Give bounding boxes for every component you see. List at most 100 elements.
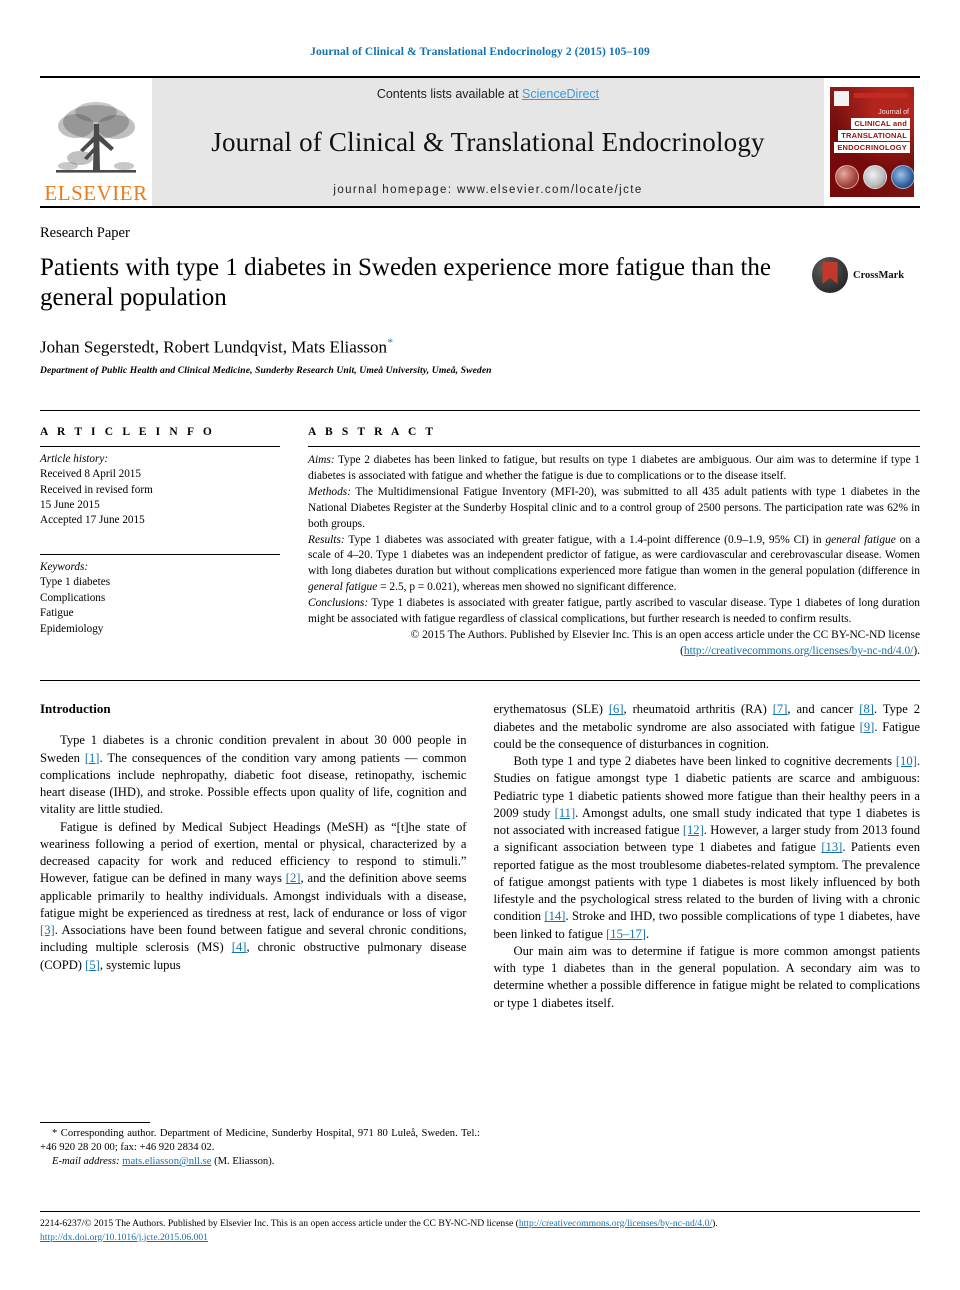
section-heading-introduction: Introduction [40,701,111,717]
article-header: Research Paper Patients with type 1 diab… [40,225,920,376]
footnote-text: * Corresponding author. Department of Me… [40,1127,480,1169]
journal-title: Journal of Clinical & Translational Endo… [211,127,765,157]
text-run: erythematosus (SLE) [493,702,609,717]
author-names: Johan Segerstedt, Robert Lundqvist, Mats… [40,337,388,357]
journal-homepage[interactable]: journal homepage: www.elsevier.com/locat… [333,184,642,196]
email-link[interactable]: mats.eliasson@nll.se [122,1156,211,1167]
keyword-item: Epidemiology [40,622,104,635]
copyright-tail: ). [913,645,920,658]
cover-title-line3: ENDOCRINOLOGY [834,142,910,153]
issn-license-line: 2214-6237/© 2015 The Authors. Published … [40,1217,920,1231]
doi-link[interactable]: http://dx.doi.org/10.1016/j.jcte.2015.06… [40,1232,208,1243]
citation-ref-2[interactable]: [2] [286,871,301,885]
issn-tail: ). [712,1218,718,1229]
bottom-cc-license-link[interactable]: http://creativecommons.org/licenses/by-n… [519,1218,712,1229]
doi-line: http://dx.doi.org/10.1016/j.jcte.2015.06… [40,1231,920,1245]
contents-prefix: Contents lists available at [376,87,523,101]
abstract-results-part3: = 2.5, p = 0.021), whereas men showed no… [377,581,677,594]
abstract-aims-text: Type 2 diabetes has been linked to fatig… [308,453,920,482]
email-note: E-mail address: mats.eliasson@nll.se (M.… [40,1155,480,1169]
cover-micrograph-1 [835,165,859,189]
citation-ref-4[interactable]: [4] [232,940,247,954]
keyword-item: Fatigue [40,607,74,620]
abstract-aims-label: Aims: [308,453,335,466]
abstract-conclusions-label: Conclusions: [308,597,369,610]
abstract-aims: Aims: Type 2 diabetes has been linked to… [308,453,920,485]
citation-ref-11[interactable]: [11] [555,806,576,820]
running-head: Journal of Clinical & Translational Endo… [310,46,650,58]
paragraph: Type 1 diabetes is a chronic condition p… [40,732,467,818]
history-item: Received 8 April 2015 [40,468,141,481]
crossmark-badge[interactable]: CrossMark [812,257,920,293]
citation-ref-1[interactable]: [1] [85,751,100,765]
keyword-item: Complications [40,591,106,604]
citation-ref-7[interactable]: [7] [773,702,788,716]
history-item: 15 June 2015 [40,499,100,512]
abstract-results-part1: Type 1 diabetes was associated with grea… [344,533,826,546]
author-list: Johan Segerstedt, Robert Lundqvist, Mats… [40,335,920,358]
abstract-heading: A B S T R A C T [308,425,437,438]
history-item: Accepted 17 June 2015 [40,514,145,527]
text-run: . [645,926,650,941]
cover-title-line1: CLINICAL and [851,118,910,129]
email-tail: (M. Eliasson). [211,1156,275,1168]
citation-ref-3[interactable]: [3] [40,923,55,937]
abstract-conclusions-text: Type 1 diabetes is associated with great… [308,597,920,626]
abstract-body: Aims: Type 2 diabetes has been linked to… [308,447,920,661]
sciencedirect-link[interactable]: ScienceDirect [522,87,599,101]
paragraph: erythematosus (SLE) [6], rheumatoid arth… [494,701,921,753]
journal-masthead: ELSEVIER Contents lists available at Sci… [40,76,920,208]
cover-title-line2: TRANSLATIONAL [838,130,910,141]
cover-journal-of-label: Journal of [878,109,909,116]
email-label: E-mail address: [52,1156,120,1168]
cc-license-link[interactable]: http://creativecommons.org/licenses/by-n… [684,645,913,657]
keyword-item: Type 1 diabetes [40,576,111,589]
citation-ref-5[interactable]: [5] [85,958,100,972]
citation-ref-8[interactable]: [8] [859,702,874,716]
article-info-heading: A R T I C L E I N F O [40,425,215,438]
citation-ref-9[interactable]: [9] [860,720,875,734]
issn-text: 2214-6237/© 2015 The Authors. Published … [40,1218,519,1229]
abstract-results: Results: Type 1 diabetes was associated … [308,533,920,597]
paragraph: Fatigue is defined by Medical Subject He… [40,819,467,974]
keywords-block: Keywords: Type 1 diabetes Complications … [40,553,280,637]
abstract-methods-label: Methods: [308,485,352,498]
elsevier-wordmark: ELSEVIER [44,181,148,205]
affiliation: Department of Public Health and Clinical… [40,364,492,376]
contents-available-line: Contents lists available at ScienceDirec… [377,87,599,101]
cover-micrographs [835,165,914,189]
keywords-label: Keywords: [40,560,89,573]
abstract-results-em2: general fatigue [308,581,378,594]
abstract-methods-text: The Multidimensional Fatigue Inventory (… [308,485,920,530]
body-column-left: Introduction Type 1 diabetes is a chroni… [40,701,467,1012]
cover-micrograph-2 [863,165,887,189]
paragraph: Both type 1 and type 2 diabetes have bee… [494,753,921,943]
masthead-center: Contents lists available at ScienceDirec… [152,78,824,206]
abstract-copyright: © 2015 The Authors. Published by Elsevie… [308,628,920,660]
footnote-rule [40,1122,150,1123]
text-run: , rheumatoid arthritis (RA) [623,702,773,717]
text-run: Both type 1 and type 2 diabetes have bee… [513,754,896,768]
article-info-column: A R T I C L E I N F O Article history: R… [40,426,280,661]
corresponding-author-note: * Corresponding author. Department of Me… [40,1128,480,1154]
info-abstract-section: A R T I C L E I N F O Article history: R… [40,409,920,661]
abstract-methods: Methods: The Multidimensional Fatigue In… [308,485,920,533]
article-body: Introduction Type 1 diabetes is a chroni… [40,680,920,1012]
footnote-block: * Corresponding author. Department of Me… [40,1122,480,1169]
citation-ref-12[interactable]: [12] [683,823,704,837]
body-column-right: erythematosus (SLE) [6], rheumatoid arth… [494,701,921,1012]
introduction-text-left: Type 1 diabetes is a chronic condition p… [40,732,467,974]
citation-ref-13[interactable]: [13] [821,840,842,854]
cover-elsevier-mark-icon [834,91,849,106]
abstract-results-label: Results: [308,533,345,546]
citation-ref-10[interactable]: [10] [896,754,917,768]
citation-ref-6[interactable]: [6] [609,702,624,716]
text-run: , and cancer [787,702,860,717]
paragraph: Our main aim was to determine if fatigue… [493,943,921,1010]
paper-page: Journal of Clinical & Translational Endo… [0,0,960,1290]
journal-cover-thumbnail[interactable]: Journal of CLINICAL and TRANSLATIONAL EN… [824,78,920,206]
citation-ref-14[interactable]: [14] [544,909,565,923]
page-title: Patients with type 1 diabetes in Sweden … [40,254,772,311]
citation-ref-15-17[interactable]: [15–17] [606,927,646,941]
text-run: . The consequences of the condition vary… [40,750,467,817]
